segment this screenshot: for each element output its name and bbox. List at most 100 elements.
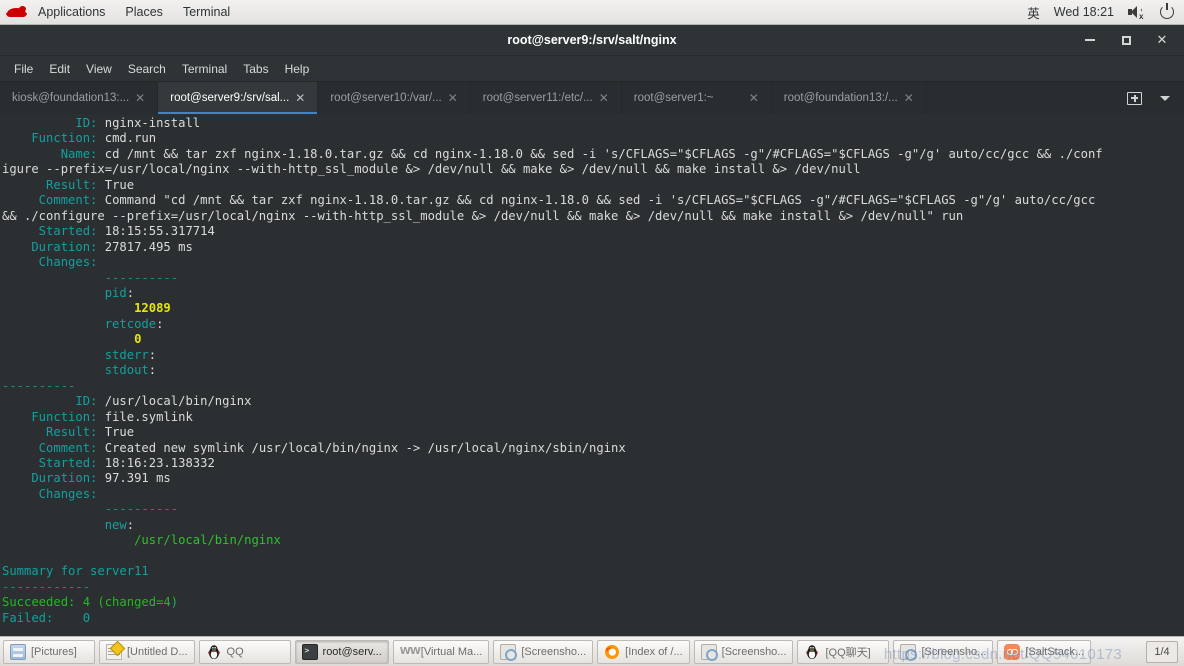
taskbar-item-virtual-machine-manager[interactable]: WW [Virtual Ma...: [392, 639, 490, 664]
tab-label: kiosk@foundation13:...: [12, 92, 130, 104]
menu-view[interactable]: View: [78, 58, 120, 80]
taskbar-item-firefox-index-of[interactable]: [Index of /...: [597, 639, 690, 664]
taskbar-item-saltstack[interactable]: [SaltStack...: [997, 639, 1092, 664]
terminal-tab-4[interactable]: root@server1:~ ✕: [622, 82, 772, 114]
taskbar-item-label: QQ: [226, 645, 244, 658]
firefox-icon: [604, 644, 620, 660]
taskbar-item-qq[interactable]: QQ: [198, 639, 291, 664]
terminal-line: && ./configure --prefix=/usr/local/nginx…: [2, 208, 964, 223]
taskbar-item-label: [Untitled D...: [127, 645, 188, 658]
screenshot-icon: [500, 643, 518, 661]
taskbar-item-label: [Screensho...: [721, 645, 787, 658]
terminal-tab-1[interactable]: root@server9:/srv/sal... ✕: [158, 82, 319, 114]
tab-close-icon[interactable]: ✕: [448, 91, 458, 105]
taskbar-item-label: [Screensho...: [521, 645, 587, 658]
taskbar-item-screenshot-1[interactable]: [Screensho...: [493, 639, 594, 664]
terminal-line: ----------: [2, 502, 179, 517]
menu-file[interactable]: File: [6, 58, 41, 80]
redhat-logo-icon[interactable]: [6, 4, 28, 20]
tab-close-icon[interactable]: ✕: [295, 91, 305, 105]
files-icon: [10, 643, 26, 660]
menu-tabs[interactable]: Tabs: [235, 58, 276, 80]
gnome-menu-applications[interactable]: Applications: [28, 2, 115, 22]
tab-close-icon[interactable]: ✕: [904, 91, 914, 105]
terminal-tab-3[interactable]: root@server11:/etc/... ✕: [471, 82, 622, 114]
menu-help[interactable]: Help: [277, 58, 318, 80]
taskbar-item-untitled-document[interactable]: [Untitled D...: [99, 639, 195, 664]
terminal-line: ------------: [2, 579, 91, 594]
maximize-button[interactable]: [1118, 32, 1134, 48]
taskbar-item-qq-chat[interactable]: [QQ聊天]: [797, 639, 890, 664]
terminal-tab-0[interactable]: kiosk@foundation13:... ✕: [0, 82, 159, 114]
terminal-line: 0: [2, 332, 142, 347]
taskbar-item-label: [Index of /...: [625, 645, 683, 658]
terminal-icon: [301, 643, 318, 660]
tab-label: root@server1:~: [633, 92, 714, 104]
terminal-tab-5[interactable]: root@foundation13:/... ✕: [772, 82, 927, 114]
terminal-line: Changes:: [2, 255, 120, 270]
taskbar-item-label: [Pictures]: [31, 645, 77, 658]
terminal-line: Result: True: [2, 177, 135, 192]
notepad-icon: [106, 643, 122, 660]
tab-close-icon[interactable]: ✕: [599, 91, 609, 105]
terminal-line: ID: nginx-install: [2, 116, 201, 130]
tab-actions: [1113, 82, 1184, 114]
terminal-line: igure --prefix=/usr/local/nginx --with-h…: [2, 162, 861, 177]
taskbar-item-label: [SaltStack...: [1025, 645, 1085, 658]
tab-label: root@server11:/etc/...: [482, 92, 593, 104]
terminal-line: Succeeded: 4 (changed=4): [2, 595, 179, 610]
tab-bar: kiosk@foundation13:... ✕ root@server9:/s…: [0, 82, 1184, 114]
clock[interactable]: Wed 18:21: [1054, 5, 1114, 19]
terminal-line: Function: file.symlink: [2, 409, 193, 424]
terminal-line: Duration: 97.391 ms: [2, 471, 171, 486]
tab-label: root@foundation13:/...: [783, 92, 898, 104]
terminal-line: ID: /usr/local/bin/nginx: [2, 394, 252, 409]
volume-muted-icon[interactable]: x: [1128, 5, 1146, 21]
terminal-line: pid:: [2, 285, 135, 300]
taskbar: [Pictures] [Untitled D... QQ root@serv..…: [0, 636, 1184, 666]
terminal-tab-2[interactable]: root@server10:/var/... ✕: [318, 82, 471, 114]
terminal-output-area[interactable]: ID: nginx-install Function: cmd.run Name…: [0, 114, 1184, 636]
terminal-line: Duration: 27817.495 ms: [2, 239, 193, 254]
taskbar-item-screenshot-2[interactable]: [Screensho...: [693, 639, 794, 664]
terminal-text: ID: nginx-install Function: cmd.run Name…: [2, 116, 1184, 626]
terminal-line: Failed: 0: [2, 610, 91, 625]
terminal-line: stdout:: [2, 363, 157, 378]
gnome-menu-places[interactable]: Places: [115, 2, 173, 22]
terminal-line: Started: 18:15:55.317714: [2, 224, 215, 239]
input-method-indicator[interactable]: 英: [1027, 3, 1040, 22]
terminal-line: Name: cd /mnt && tar zxf nginx-1.18.0.ta…: [2, 146, 1103, 161]
menu-terminal[interactable]: Terminal: [174, 58, 235, 80]
new-tab-icon[interactable]: [1127, 91, 1142, 105]
screenshot-icon: [900, 643, 918, 661]
terminal-line: Started: 18:16:23.138332: [2, 455, 215, 470]
chevron-down-icon[interactable]: [1160, 95, 1170, 101]
terminal-line: new:: [2, 517, 135, 532]
taskbar-item-terminal[interactable]: root@serv...: [294, 639, 389, 664]
taskbar-item-screenshot-3[interactable]: [Screensho...: [893, 639, 994, 664]
terminal-line: retcode:: [2, 316, 164, 331]
terminal-window: root@server9:/srv/salt/nginx ✕ File Edit…: [0, 25, 1184, 636]
workspace-indicator[interactable]: 1/4: [1146, 640, 1178, 663]
gnome-menu-terminal[interactable]: Terminal: [173, 2, 240, 22]
minimize-button[interactable]: [1082, 32, 1098, 48]
terminal-line: Summary for server11: [2, 564, 149, 579]
terminal-line: Comment: Created new symlink /usr/local/…: [2, 440, 626, 455]
qq-penguin-icon: [206, 644, 222, 660]
window-title: root@server9:/srv/salt/nginx: [507, 33, 677, 47]
tab-close-icon[interactable]: ✕: [135, 91, 145, 105]
menu-search[interactable]: Search: [120, 58, 174, 80]
qq-penguin-icon: [804, 644, 820, 660]
terminal-line: ----------: [2, 378, 76, 393]
gnome-status-area: 英 Wed 18:21 x: [1027, 3, 1184, 22]
tab-close-icon[interactable]: ✕: [749, 91, 759, 105]
taskbar-item-label: [Virtual Ma...: [420, 645, 483, 658]
menu-edit[interactable]: Edit: [41, 58, 78, 80]
terminal-line: Comment: Command "cd /mnt && tar zxf ngi…: [2, 193, 1096, 208]
close-button[interactable]: ✕: [1154, 32, 1170, 48]
terminal-line: stderr:: [2, 347, 157, 362]
power-icon[interactable]: [1160, 3, 1174, 19]
taskbar-item-pictures[interactable]: [Pictures]: [3, 639, 95, 664]
window-controls: ✕: [1082, 32, 1184, 48]
